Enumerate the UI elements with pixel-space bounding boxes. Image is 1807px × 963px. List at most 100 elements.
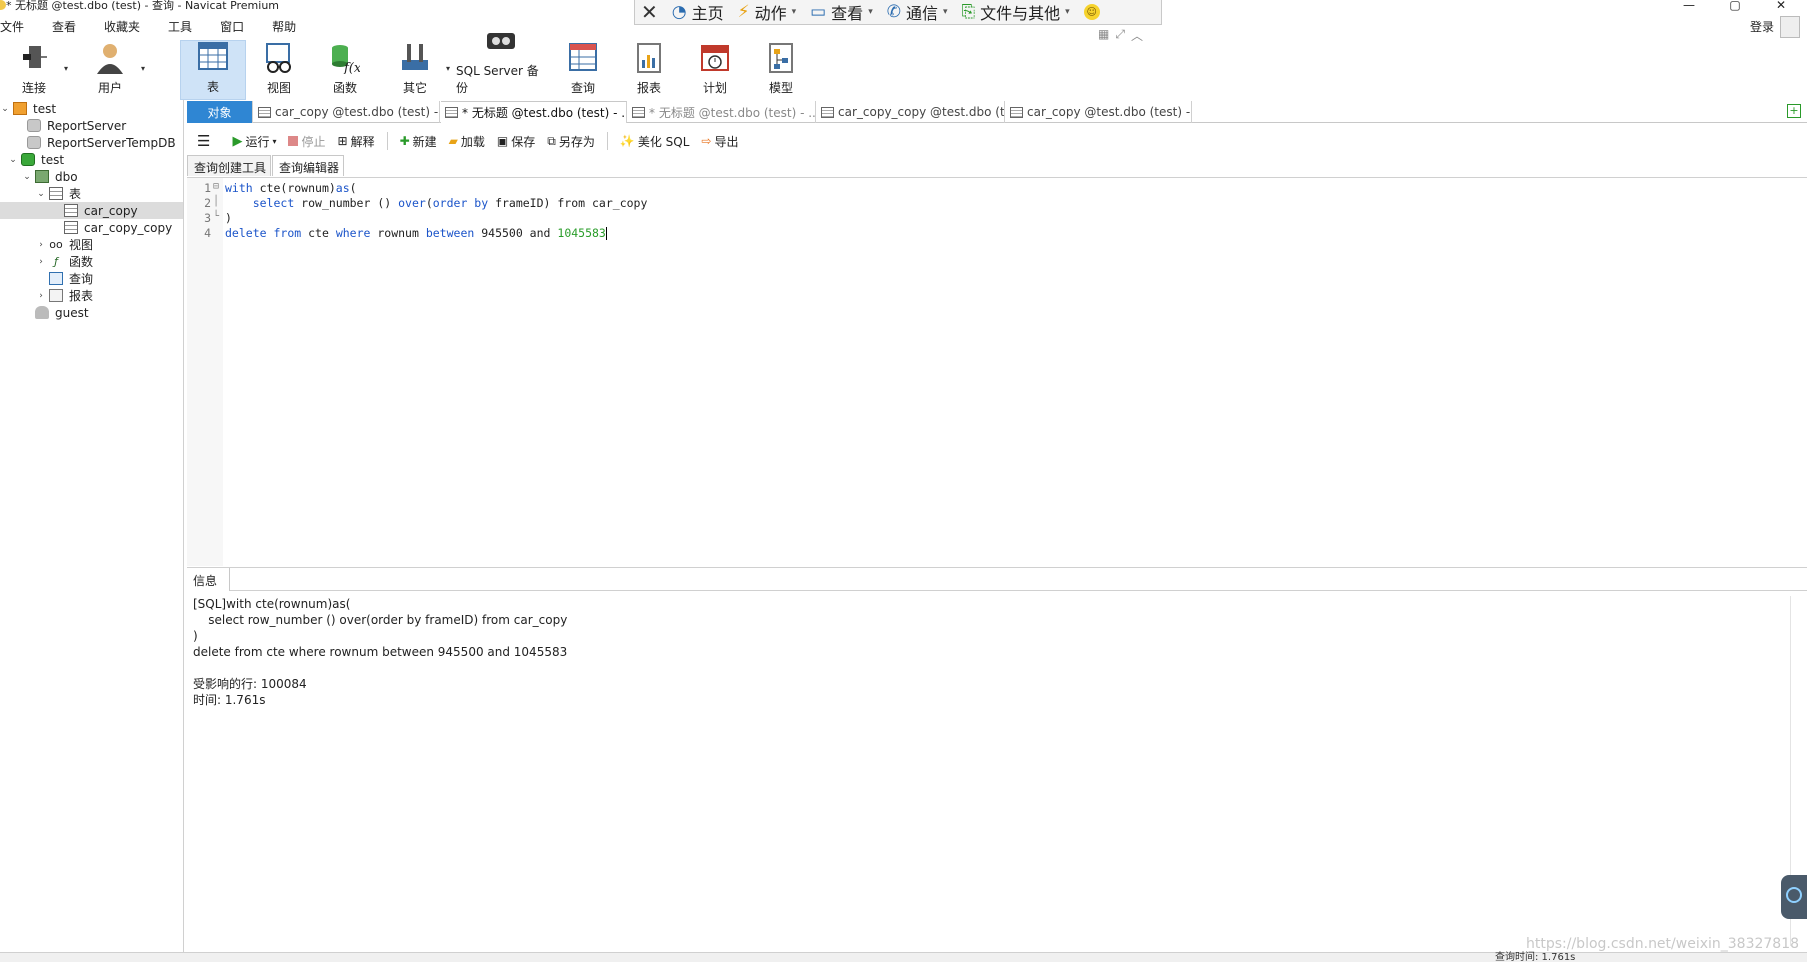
tree-views-folder[interactable]: › oo 视图 [36,236,184,253]
tree-db-reportservertempdb[interactable]: ReportServerTempDB [14,134,184,151]
menu-tools[interactable]: 工具 [168,18,192,36]
explain-button[interactable]: ⊞ 解释 [338,133,375,150]
minimize-button[interactable]: — [1683,0,1695,11]
menu-favorites[interactable]: 收藏夹 [104,18,140,36]
tree-tables-folder[interactable]: ⌄ 表 [36,185,184,202]
run-button[interactable]: ▶ 运行 ▾ [232,133,276,150]
tree-table-car-copy[interactable]: car_copy [0,202,183,219]
query-toolbar: ☰ ▶ 运行 ▾ 停止 ⊞ 解释 ✚ 新建 ▰ 加载 ▣ 保存 ⧉ 另存为 ✨ … [187,128,1807,154]
function-button[interactable]: f(x) 函数 [318,40,372,100]
tree-table-car-copy-copy[interactable]: car_copy_copy [64,219,184,236]
schedule-button[interactable]: 计划 [688,40,742,100]
report-icon [634,42,664,74]
info-line: select row_number () over(order by frame… [193,613,568,627]
remote-bar-controls: ▦ ⤢ ︿ [1098,27,1143,44]
chevron-down-icon[interactable]: ▾ [272,137,276,146]
export-button[interactable]: ⇨ 导出 [701,133,738,150]
query-icon [568,42,598,74]
sql-editor[interactable]: 1 2 3 4 ⊟ │ └ with cte(rownum)as( select… [187,177,1807,566]
remote-action-button[interactable]: ⚡ 动作 ▾ [738,0,796,24]
window-title: * 无标题 @test.dbo (test) - 查询 - Navicat Pr… [6,0,280,12]
new-tab-icon[interactable]: + [1787,104,1801,118]
close-window-button[interactable]: ✕ [1775,0,1787,11]
tree-schema-dbo[interactable]: ⌄ dbo [22,168,184,185]
line-number: 3 [204,211,211,225]
stop-button[interactable]: 停止 [288,133,326,150]
menu-icon[interactable]: ☰ [197,132,210,150]
tree-db-test[interactable]: ⌄ test [8,151,184,168]
fold-line-icon: │ [213,196,220,207]
tree-functions-folder[interactable]: › ƒ 函数 [36,253,184,270]
chevron-down-icon[interactable]: ▾ [64,64,68,73]
grid-icon[interactable]: ▦ [1098,27,1109,44]
info-message-panel: [SQL]with cte(rownum)as( select row_numb… [187,592,1807,952]
login-link[interactable]: 登录 [1750,18,1774,35]
info-line: ) [193,629,198,643]
chevron-down-icon[interactable]: ⌄ [0,104,10,114]
remote-home-button[interactable]: ◔ 主页 [672,0,724,24]
fullscreen-icon[interactable]: ⤢ [1115,27,1125,44]
tree-reports-folder[interactable]: › 报表 [36,287,184,304]
query-sub-tabs: 查询创建工具 查询编辑器 [187,155,345,176]
remote-comm-button[interactable]: ✆ 通信 ▾ [887,0,948,24]
new-query-button[interactable]: ✚ 新建 [400,133,437,150]
tab-info[interactable]: 信息 [187,568,231,591]
tab-untitled-query-active[interactable]: * 无标题 @test.dbo (test) - ... [441,101,627,123]
model-button[interactable]: 模型 [754,40,808,100]
view-button[interactable]: 视图 [252,40,306,100]
menu-file[interactable]: 文件 [0,18,24,36]
folder-icon: ▰ [448,134,458,148]
tab-query-builder[interactable]: 查询创建工具 [187,155,272,176]
save-as-button[interactable]: ⧉ 另存为 [547,133,595,150]
remote-files-button[interactable]: ⎘ 文件与其他 ▾ [962,0,1070,24]
tab-query-editor[interactable]: 查询编辑器 [272,155,345,176]
chevron-right-icon[interactable]: › [36,257,46,267]
remote-view-button[interactable]: ▭ 查看 ▾ [810,0,873,24]
connect-button[interactable]: 连接 [8,40,60,100]
chevron-right-icon[interactable]: › [36,291,46,301]
chevron-down-icon[interactable]: ⌄ [36,189,46,199]
tree-schema-guest[interactable]: guest [22,304,184,321]
chevron-down-icon[interactable]: ⌄ [22,172,32,182]
chevron-down-icon[interactable]: ⌄ [8,155,18,165]
menu-help[interactable]: 帮助 [272,18,296,36]
object-tree-sidebar: ⌄ test ReportServer ReportServerTempDB ⌄… [0,100,184,962]
report-button[interactable]: 报表 [622,40,676,100]
chevron-down-icon: ▾ [1065,7,1070,17]
smiley-icon[interactable]: ☺ [1083,4,1100,20]
load-button[interactable]: ▰ 加载 [449,133,485,150]
other-button[interactable]: 其它 [388,40,442,100]
chevron-up-icon[interactable]: ︿ [1131,27,1143,44]
user-button[interactable]: 用户 [84,40,136,100]
toolbar-divider [386,132,388,150]
database-icon [27,136,41,149]
table-icon [198,41,228,73]
tab-car-copy-copy[interactable]: car_copy_copy @test.dbo (t... [817,101,1005,123]
file-transfer-icon: ⎘ [961,2,976,22]
chevron-down-icon[interactable]: ▾ [446,64,450,73]
line-number-gutter: 1 2 3 4 ⊟ │ └ [187,178,223,566]
beautify-sql-button[interactable]: ✨ 美化 SQL [620,133,690,150]
affected-rows-text: 受影响的行: 100084 [193,677,307,691]
plug-icon [19,42,49,74]
remote-side-handle[interactable] [1781,875,1807,919]
tree-connection-test[interactable]: ⌄ test [0,100,184,117]
tab-car-copy-2[interactable]: car_copy @test.dbo (test) - ... [1006,101,1192,123]
table-button[interactable]: 表 [180,40,246,100]
avatar[interactable] [1780,16,1800,38]
query-button[interactable]: 查询 [556,40,610,100]
chevron-down-icon[interactable]: ▾ [141,64,145,73]
maximize-button[interactable]: ▢ [1729,0,1741,11]
tab-objects[interactable]: 对象 [187,101,253,123]
save-button[interactable]: ▣ 保存 [497,133,535,150]
menu-view[interactable]: 查看 [52,18,76,36]
tree-queries-folder[interactable]: 查询 [36,270,184,287]
menu-window[interactable]: 窗口 [220,18,244,36]
sql-server-backup-button[interactable]: SQL Server 备份 [456,33,546,100]
close-icon[interactable]: ✕ [641,0,658,24]
tree-db-reportserver[interactable]: ReportServer [14,117,184,134]
tab-car-copy-1[interactable]: car_copy @test.dbo (test) - ... [254,101,440,123]
tab-untitled-query-2[interactable]: * 无标题 @test.dbo (test) - ... [628,101,816,123]
chevron-right-icon[interactable]: › [36,240,46,250]
fold-collapse-icon[interactable]: ⊟ [213,181,219,192]
